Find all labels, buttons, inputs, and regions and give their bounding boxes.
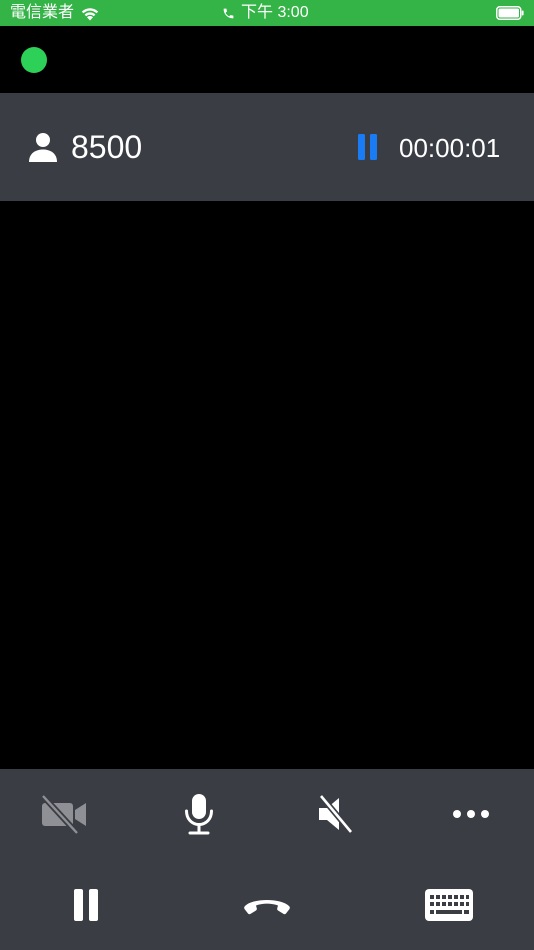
status-time: 下午 3:00 <box>241 4 309 21</box>
hold-indicator-icon <box>358 134 377 160</box>
wifi-icon <box>81 8 99 21</box>
call-timer: 00:00:01 <box>399 133 501 163</box>
microphone-icon <box>185 794 213 835</box>
hold-button[interactable] <box>66 885 106 925</box>
status-bar: 電信業者 下午 3:00 <box>0 0 534 26</box>
video-area <box>0 201 534 769</box>
status-time-group: 下午 3:00 <box>222 4 309 22</box>
status-carrier: 電信業者 <box>10 4 100 22</box>
keypad-icon <box>425 889 473 921</box>
keypad-button[interactable] <box>422 885 476 925</box>
video-off-icon <box>40 793 86 835</box>
call-info-bar: 8500 00:00:01 <box>0 93 534 201</box>
pause-icon <box>74 889 98 921</box>
carrier-label: 電信業者 <box>10 4 75 21</box>
more-options-button[interactable] <box>448 799 494 829</box>
more-icon <box>453 810 489 818</box>
person-icon <box>29 133 57 162</box>
caller-number: 8500 <box>71 129 143 165</box>
microphone-button[interactable] <box>176 791 222 837</box>
call-controls <box>0 769 534 950</box>
connection-status-indicator <box>21 47 47 73</box>
call-screen: 電信業者 下午 3:00 8500 00:00:01 <box>0 0 534 950</box>
hang-up-icon <box>244 900 290 915</box>
battery-icon <box>496 6 524 20</box>
phone-icon <box>223 8 234 18</box>
speaker-button[interactable] <box>312 791 358 837</box>
hang-up-button[interactable] <box>240 887 294 927</box>
video-toggle-button[interactable] <box>36 791 92 837</box>
speaker-muted-icon <box>318 794 354 834</box>
